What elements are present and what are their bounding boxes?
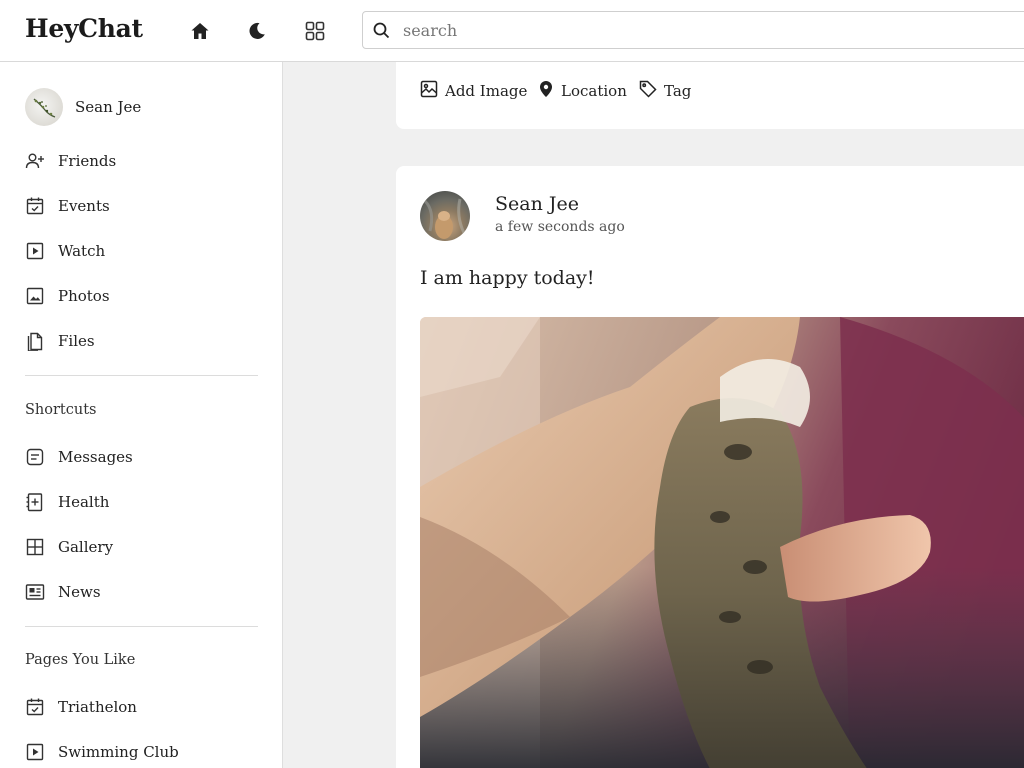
sidebar-item-label: Messages xyxy=(58,448,133,466)
moon-icon[interactable] xyxy=(245,19,269,43)
app-logo[interactable]: HeyChat xyxy=(25,14,143,43)
post-card: Sean Jee a few seconds ago I am happy to… xyxy=(396,166,1024,768)
sidebar-item-label: Watch xyxy=(58,242,106,260)
play-icon xyxy=(25,241,45,261)
location-button[interactable]: Location xyxy=(538,81,627,101)
tag-label: Tag xyxy=(664,82,692,100)
tag-button[interactable]: Tag xyxy=(639,80,692,102)
tag-icon xyxy=(639,80,657,102)
add-image-label: Add Image xyxy=(445,82,528,100)
health-icon xyxy=(25,492,45,512)
news-icon xyxy=(25,582,45,602)
sidebar: Sean Jee Friends Events Watch Photos Fil… xyxy=(0,62,283,768)
post-author-name[interactable]: Sean Jee xyxy=(495,193,579,215)
sidebar-item-gallery[interactable]: Gallery xyxy=(25,535,113,559)
image-icon xyxy=(25,286,45,306)
message-icon xyxy=(25,447,45,467)
section-title-shortcuts: Shortcuts xyxy=(25,402,97,418)
play-icon xyxy=(25,742,45,762)
sidebar-item-label: Friends xyxy=(58,152,117,170)
sidebar-item-messages[interactable]: Messages xyxy=(25,445,133,469)
sidebar-item-label: Triathelon xyxy=(58,698,137,716)
post-image[interactable] xyxy=(420,317,1024,768)
home-icon[interactable] xyxy=(188,19,212,43)
sidebar-item-label: News xyxy=(58,583,101,601)
sidebar-item-watch[interactable]: Watch xyxy=(25,239,105,263)
post-composer: Add Image Location Tag xyxy=(396,62,1024,129)
grid-icon[interactable] xyxy=(303,19,327,43)
post-timestamp: a few seconds ago xyxy=(495,219,625,235)
search-input[interactable] xyxy=(403,12,1003,48)
sidebar-item-photos[interactable]: Photos xyxy=(25,284,110,308)
sidebar-item-triathelon[interactable]: Triathelon xyxy=(25,695,137,719)
sidebar-item-label: Swimming Club xyxy=(58,743,179,761)
gallery-icon xyxy=(25,537,45,557)
add-user-icon xyxy=(25,151,45,171)
sidebar-item-news[interactable]: News xyxy=(25,580,101,604)
post-text: I am happy today! xyxy=(420,267,595,289)
add-image-button[interactable]: Add Image xyxy=(420,80,528,102)
sidebar-item-friends[interactable]: Friends xyxy=(25,149,116,173)
top-bar: HeyChat xyxy=(0,0,1024,62)
sidebar-item-label: Photos xyxy=(58,287,110,305)
sidebar-item-label: Health xyxy=(58,493,110,511)
sidebar-item-swimming-club[interactable]: Swimming Club xyxy=(25,740,179,764)
avatar xyxy=(25,88,63,126)
sidebar-item-label: Files xyxy=(58,332,95,350)
section-title-pages: Pages You Like xyxy=(25,652,136,668)
sidebar-item-events[interactable]: Events xyxy=(25,194,110,218)
sidebar-item-health[interactable]: Health xyxy=(25,490,109,514)
sidebar-divider xyxy=(25,375,258,376)
location-label: Location xyxy=(561,82,627,100)
image-icon xyxy=(420,80,438,102)
post-author-avatar[interactable] xyxy=(420,191,470,241)
sidebar-item-files[interactable]: Files xyxy=(25,329,95,353)
calendar-check-icon xyxy=(25,697,45,717)
search-icon xyxy=(373,22,390,39)
sidebar-user-name: Sean Jee xyxy=(75,98,142,116)
search-bar xyxy=(362,11,1024,49)
files-icon xyxy=(25,331,45,351)
calendar-check-icon xyxy=(25,196,45,216)
sidebar-item-label: Events xyxy=(58,197,110,215)
sidebar-divider xyxy=(25,626,258,627)
sidebar-user-profile[interactable]: Sean Jee xyxy=(25,88,141,126)
sidebar-item-label: Gallery xyxy=(58,538,114,556)
location-pin-icon xyxy=(538,80,554,102)
